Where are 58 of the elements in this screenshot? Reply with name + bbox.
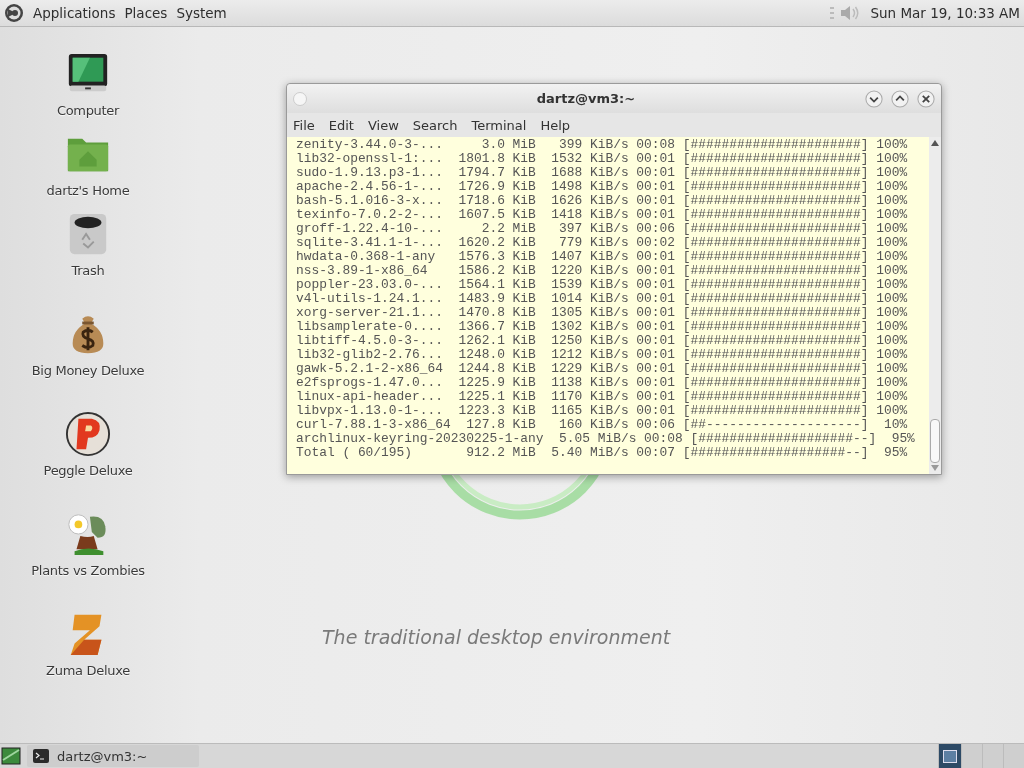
workspace-switcher-cell[interactable] (982, 744, 1003, 768)
tray-grip-icon (830, 6, 835, 20)
panel-menu[interactable]: Applications (33, 3, 116, 23)
terminal-line: xorg-server-21.1... 1470.8 KiB 1305 KiB/s 00:01 [######################] 100% (296, 306, 909, 320)
desktop-icon-label[interactable]: Big Money Deluxe (31, 363, 145, 378)
letter-badge-icon[interactable] (65, 411, 111, 457)
workspace-switcher-cell[interactable] (961, 744, 982, 768)
terminal-line: Total ( 60/195) 912.2 MiB 5.40 MiB/s 00:07 [####################--] 95% (296, 446, 909, 460)
desktop-icon-label[interactable]: Computer (56, 103, 120, 118)
desktop-icon-label[interactable]: Trash (71, 263, 105, 278)
menu-item[interactable]: Terminal (471, 117, 527, 133)
scrollbar-thumb[interactable] (930, 419, 940, 463)
terminal-line: sqlite-3.41.1-1-... 1620.2 KiB 779 KiB/s 00:02 [######################] 100% (296, 236, 909, 250)
desktop-icon-label[interactable]: Zuma Deluxe (46, 663, 130, 678)
terminal-line: libsamplerate-0.... 1366.7 KiB 1302 KiB/s 00:01 [######################] 100% (296, 320, 909, 334)
menu-item[interactable]: Search (412, 117, 458, 133)
panel-menu[interactable]: Places (124, 3, 168, 23)
terminal-line: libvpx-1.13.0-1-... 1223.3 KiB 1165 KiB/s 00:01 [######################] 100% (296, 404, 909, 418)
terminal-line: apache-2.4.56-1-... 1726.9 KiB 1498 KiB/s 00:01 [######################] 100% (296, 180, 909, 194)
workspace-switcher-cell[interactable] (1003, 744, 1024, 768)
menu-item[interactable]: Edit (328, 117, 354, 133)
maximize-button[interactable] (891, 89, 909, 108)
menu-item[interactable]: View (367, 117, 399, 133)
terminal-line: libtiff-4.5.0-3-... 1262.1 KiB 1250 KiB/s 00:01 [######################] 100% (296, 334, 909, 348)
terminal-line: texinfo-7.0.2-2-... 1607.5 KiB 1418 KiB/s 00:01 [######################] 100% (296, 208, 909, 222)
clock[interactable]: Sun Mar 19, 10:33 AM (870, 5, 1020, 21)
terminal-icon (33, 748, 49, 764)
terminal-line: lib32-openssl-1:... 1801.8 KiB 1532 KiB/s 00:01 [######################] 100% (296, 152, 909, 166)
tagline: The traditional desktop environment (322, 626, 671, 648)
terminal-line: hwdata-0.368-1-any 1576.3 KiB 1407 KiB/s 00:01 [######################] 100% (296, 250, 909, 264)
panel-menu[interactable]: System (176, 3, 227, 23)
distro-logo-icon[interactable] (4, 3, 24, 23)
terminal-line: lib32-glib2-2.76... 1248.0 KiB 1212 KiB/s 00:01 [######################] 100% (296, 348, 909, 362)
workspace-switcher-cell[interactable] (938, 744, 961, 768)
terminal-line: zenity-3.44.0-3-... 3.0 MiB 399 KiB/s 00:08 [######################] 100% (296, 138, 909, 152)
terminal-line: poppler-23.03.0-... 1564.1 KiB 1539 KiB/s 00:01 [######################] 100% (296, 278, 909, 292)
show-desktop-icon[interactable] (1, 746, 21, 766)
desktop-icon-label[interactable]: Peggle Deluxe (43, 463, 133, 478)
terminal-line: gawk-5.2.1-2-x86_64 1244.8 KiB 1229 KiB/s 00:01 [######################] 100% (296, 362, 909, 376)
terminal-line: v4l-utils-1.24.1... 1483.9 KiB 1014 KiB/s 00:01 [######################] 100% (296, 292, 909, 306)
menu-item[interactable]: Help (540, 117, 571, 133)
scrollbar[interactable] (929, 137, 941, 474)
terminal-line: e2fsprogs-1.47.0... 1225.9 KiB 1138 KiB/s 00:01 [######################] 100% (296, 376, 909, 390)
window-title: dartz@vm3:~ (535, 91, 637, 106)
close-button[interactable] (917, 89, 935, 108)
terminal-line: bash-5.1.016-3-x... 1718.6 KiB 1626 KiB/s 00:01 [######################] 100% (296, 194, 909, 208)
terminal-line: sudo-1.9.13.p3-1... 1794.7 KiB 1688 KiB/s 00:01 [######################] 100% (296, 166, 909, 180)
terminal-line: curl-7.88.1-3-x86_64 127.8 KiB 160 KiB/s 00:06 [##--------------------] 10% (296, 418, 909, 432)
terminal-line: groff-1.22.4-10-... 2.2 MiB 397 KiB/s 00:06 [######################] 100% (296, 222, 909, 236)
terminal-line: nss-3.89-1-x86_64 1586.2 KiB 1220 KiB/s 00:01 [######################] 100% (296, 264, 909, 278)
terminal-line: archlinux-keyring-20230225-1-any 5.05 MiB/s 00:08 [####################--] 95% (296, 432, 916, 446)
taskbar-button[interactable]: dartz@vm3:~ (27, 745, 199, 767)
minimize-button[interactable] (865, 89, 883, 108)
menu-item[interactable]: File (293, 117, 315, 133)
scroll-up-arrow-icon[interactable] (931, 140, 939, 146)
desktop-icon-label[interactable]: Plants vs Zombies (31, 563, 145, 578)
terminal-line: linux-api-header... 1225.1 KiB 1170 KiB/s 00:01 [######################] 100% (296, 390, 909, 404)
desktop-icon-label[interactable]: dartz's Home (46, 183, 130, 198)
